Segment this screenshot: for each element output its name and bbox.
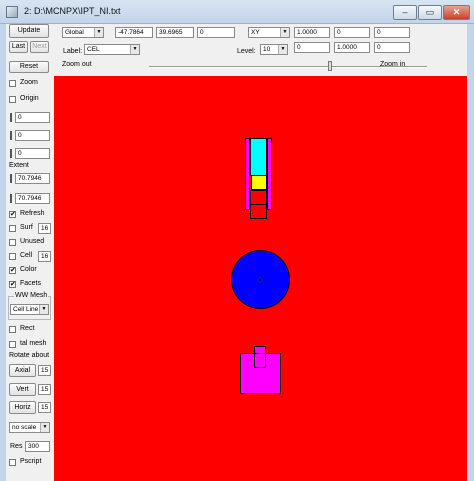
chevron-down-icon: ▼ (278, 45, 287, 54)
close-button[interactable]: ✕ (443, 5, 470, 20)
zoom-label: Zoom (20, 79, 38, 86)
geometry-plot-canvas[interactable] (54, 76, 467, 481)
origin-x-slider-handle[interactable] (10, 113, 12, 122)
minimize-button[interactable]: – (393, 5, 417, 20)
level-caption: Level: (237, 48, 256, 55)
origin-z-field[interactable]: 0 (15, 148, 50, 159)
upper-right-magenta-strip (267, 138, 272, 210)
basis-2-y-field[interactable]: 1.0000 (334, 42, 370, 53)
origin-checkbox[interactable] (9, 96, 16, 103)
level-dropdown-value: 10 (263, 46, 271, 53)
title-bar: 2: D:\MCNPX\IPT_NI.txt – ▭ ✕ (0, 0, 474, 24)
extent-x-slider-handle[interactable] (10, 174, 12, 183)
origin-x-field[interactable]: 0 (15, 112, 50, 123)
stem-outline (254, 353, 266, 368)
label-dropdown[interactable]: CEL ▼ (84, 44, 140, 55)
axial-angle-field[interactable]: 15 (38, 365, 51, 376)
vert-button[interactable]: Vert (9, 383, 36, 396)
basis-1-x-field[interactable]: 1.0000 (294, 27, 330, 38)
tal-mesh-checkbox[interactable] (9, 341, 16, 348)
update-button[interactable]: Update (9, 24, 49, 38)
horiz-angle-field[interactable]: 15 (38, 402, 51, 413)
rect-label: Rect (20, 325, 35, 332)
extent-label: Extent (9, 162, 29, 169)
horiz-button[interactable]: Horiz (9, 401, 36, 414)
pscript-checkbox[interactable] (9, 459, 16, 466)
reset-button[interactable]: Reset (9, 61, 49, 73)
window-title: 2: D:\MCNPX\IPT_NI.txt (24, 6, 121, 16)
last-button[interactable]: Last (9, 41, 28, 53)
coord-system-dropdown[interactable]: Global ▼ (62, 27, 104, 38)
cell-label: Cell (20, 252, 33, 259)
chevron-down-icon: ▼ (130, 45, 139, 54)
rotate-about-label: Rotate about (9, 352, 50, 359)
app-icon (6, 6, 18, 18)
chevron-down-icon: ▼ (40, 423, 49, 432)
color-checkbox[interactable]: ✔ (9, 267, 16, 274)
unused-label: Unused (20, 238, 45, 245)
label-dropdown-value: CEL (87, 46, 100, 53)
extent-y-field[interactable]: 70.7946 (15, 193, 50, 204)
origin-z-slider-handle[interactable] (10, 149, 12, 158)
ww-mesh-dropdown-value: Cell Line (13, 306, 39, 313)
level-dropdown[interactable]: 10 ▼ (260, 44, 288, 55)
coord-x-field[interactable]: -47.7864 (115, 27, 153, 38)
facets-label: Facets (20, 280, 42, 287)
coord-z-field[interactable]: 0 (197, 27, 235, 38)
cell-size-field[interactable]: 16 (38, 251, 51, 262)
cell-divider-line (250, 204, 267, 205)
surf-checkbox[interactable] (9, 225, 16, 232)
ww-mesh-dropdown[interactable]: Cell Line ▼ (10, 304, 49, 315)
chevron-down-icon: ▼ (94, 28, 103, 37)
zoom-checkbox[interactable] (9, 80, 16, 87)
facets-checkbox[interactable]: ✔ (9, 281, 16, 288)
tal-mesh-label: tal mesh (20, 340, 47, 347)
chevron-down-icon: ▼ (39, 305, 48, 314)
ww-mesh-label: WW Mesh (14, 292, 49, 299)
zoom-in-label: Zoom in (380, 61, 406, 68)
yellow-cell (251, 175, 267, 190)
rect-checkbox[interactable] (9, 326, 16, 333)
axial-button[interactable]: Axial (9, 364, 36, 377)
basis-1-y-field[interactable]: 0 (334, 27, 370, 38)
extent-y-slider-handle[interactable] (10, 194, 12, 203)
scale-dropdown[interactable]: no scale ▼ (9, 422, 50, 433)
window-frame-right (467, 24, 474, 481)
zoom-slider-thumb[interactable] (327, 61, 332, 71)
coord-y-field[interactable]: 39.6965 (156, 27, 194, 38)
sphere-center-dot (259, 279, 261, 281)
extent-x-field[interactable]: 70.7946 (15, 173, 50, 184)
label-caption: Label: (63, 48, 83, 55)
zoom-out-label: Zoom out (62, 61, 92, 68)
scale-dropdown-value: no scale (12, 424, 37, 431)
control-sidebar: Update Last Next Reset Zoom Origin 0 0 0… (6, 24, 54, 481)
surf-size-field[interactable]: 16 (38, 223, 51, 234)
plane-value: XY (251, 29, 260, 36)
color-label: Color (20, 266, 37, 273)
next-button[interactable]: Next (30, 41, 49, 53)
res-label: Res (10, 443, 23, 450)
basis-2-x-field[interactable]: 0 (294, 42, 330, 53)
cell-checkbox[interactable] (9, 253, 16, 260)
coord-system-value: Global (65, 29, 84, 36)
origin-y-slider-handle[interactable] (10, 131, 12, 140)
basis-2-z-field[interactable]: 0 (374, 42, 410, 53)
basis-1-z-field[interactable]: 0 (374, 27, 410, 38)
cyan-cell (250, 138, 267, 176)
maximize-button[interactable]: ▭ (418, 5, 442, 20)
unused-checkbox[interactable] (9, 239, 16, 246)
pscript-label: Pscript (20, 458, 42, 465)
plane-dropdown[interactable]: XY ▼ (248, 27, 290, 38)
origin-y-field[interactable]: 0 (15, 130, 50, 141)
origin-label: Origin (20, 95, 39, 102)
res-field[interactable]: 300 (25, 441, 50, 452)
plot-toolbar: Global ▼ -47.7864 39.6965 0 XY ▼ 1.0000 … (54, 24, 467, 76)
surf-label: Surf (20, 224, 33, 231)
refresh-checkbox[interactable]: ✔ (9, 211, 16, 218)
chevron-down-icon: ▼ (280, 28, 289, 37)
vert-angle-field[interactable]: 15 (38, 384, 51, 395)
refresh-label: Refresh (20, 210, 45, 217)
